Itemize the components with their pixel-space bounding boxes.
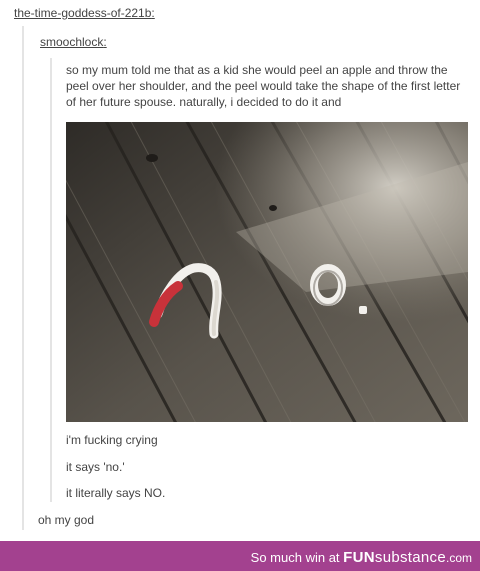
footer-brand: FUNsubstance	[343, 549, 446, 566]
apple-peel-dot	[359, 306, 367, 314]
footer-watermark[interactable]: So much win at FUNsubstance.com	[251, 549, 472, 566]
reply-line-2: it says 'no.'	[66, 460, 125, 474]
footer-domain-suffix: .com	[445, 551, 472, 565]
reply-line-1: i'm fucking crying	[66, 433, 158, 447]
footer-brand-bold: FUN	[343, 549, 375, 566]
original-poster-username-link[interactable]: smoochlock:	[40, 35, 107, 49]
reblogger-username-link[interactable]: the-time-goddess-of-221b:	[14, 6, 155, 20]
username-colon: :	[103, 35, 107, 49]
blockquote-border-outer	[22, 26, 24, 530]
wood-knot	[269, 205, 277, 211]
original-post-text: so my mum told me that as a kid she woul…	[66, 63, 461, 109]
footer-brand-rest: substance	[374, 549, 446, 566]
reply-line-3: it literally says NO.	[66, 486, 166, 500]
funsubstance-footer: So much win at FUNsubstance.com	[0, 541, 480, 571]
footer-tagline: So much win at	[250, 550, 340, 565]
username-colon: :	[151, 6, 155, 20]
apple-peel-photo	[66, 122, 468, 422]
original-poster-username[interactable]: smoochlock	[40, 35, 103, 49]
blockquote-border-inner	[50, 58, 52, 502]
final-reply: oh my god	[38, 513, 95, 527]
tumblr-post: the-time-goddess-of-221b: smoochlock: so…	[0, 0, 480, 537]
floor-photo-drawing	[66, 122, 468, 422]
reblogger-username[interactable]: the-time-goddess-of-221b	[14, 6, 151, 20]
wood-knot	[146, 154, 158, 162]
